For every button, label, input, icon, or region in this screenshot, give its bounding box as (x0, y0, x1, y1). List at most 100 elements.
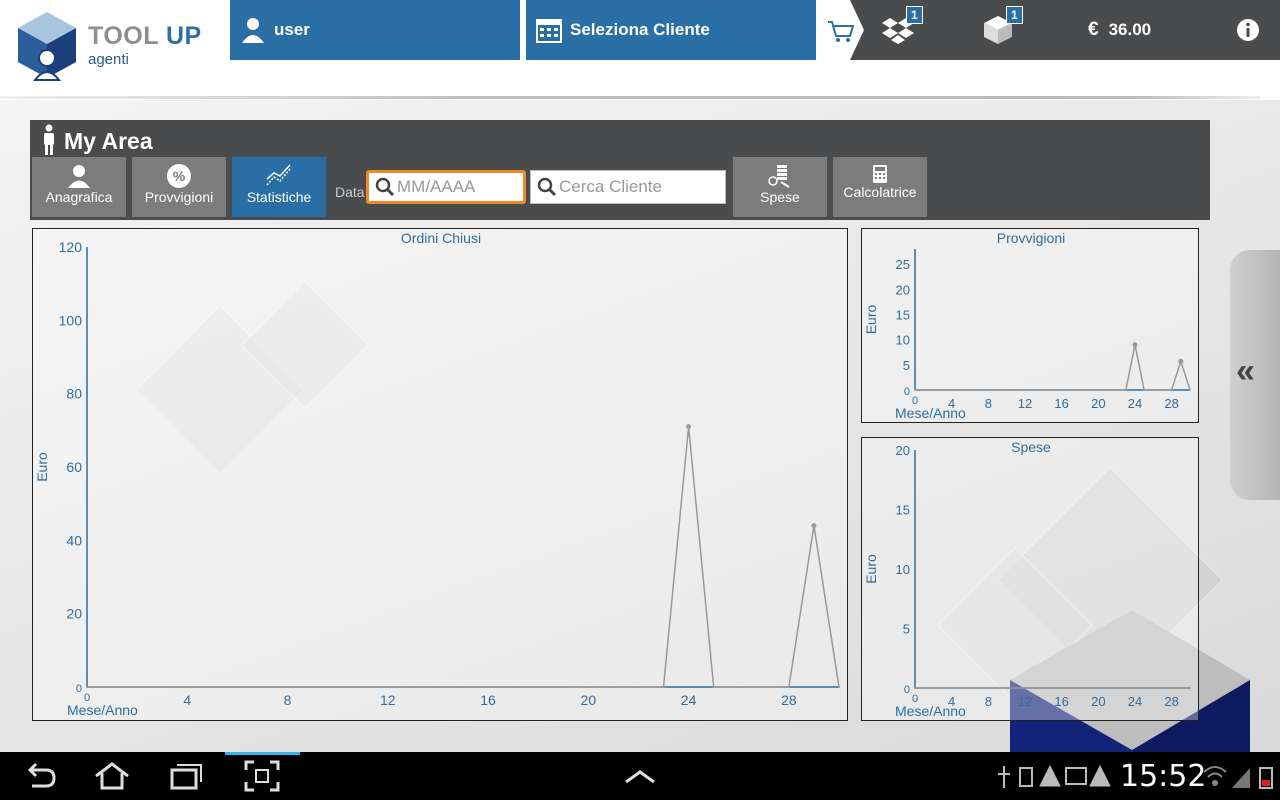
calendar-icon (536, 19, 562, 43)
data-point (1170, 389, 1173, 391)
percent-icon: % (167, 164, 191, 188)
package-badge: 1 (1006, 6, 1023, 24)
data-point (587, 686, 590, 688)
y-tick-label: 40 (66, 532, 82, 548)
data-point (978, 687, 981, 689)
data-point (1033, 389, 1036, 391)
data-point (1069, 687, 1072, 689)
data-point (914, 389, 916, 391)
data-point (1170, 687, 1173, 689)
data-point (959, 389, 962, 391)
chevron-up-icon[interactable] (622, 760, 658, 792)
coins-icon (768, 165, 790, 188)
data-point (987, 687, 990, 689)
status-icons (998, 764, 1111, 788)
logo-cube-icon (18, 12, 76, 81)
select-client-button[interactable]: Seleziona Cliente (526, 0, 816, 60)
side-panel-toggle[interactable]: « (1230, 250, 1280, 500)
data-point (1106, 687, 1109, 689)
data-point (941, 687, 944, 689)
data-point (1115, 687, 1118, 689)
search-icon (375, 177, 395, 197)
data-point (1079, 389, 1081, 391)
x-tick-label: 28 (781, 692, 797, 708)
y-tick-label: 120 (59, 239, 83, 255)
y-tick-label: 25 (896, 257, 910, 272)
data-point (1014, 389, 1017, 391)
top-header: TOOL UP agenti user Seleziona Cliente 1 … (0, 0, 1280, 100)
x-tick-label: 16 (480, 692, 496, 708)
tab-provvigioni[interactable]: % Provvigioni (132, 157, 226, 217)
data-point (111, 686, 114, 688)
data-point (286, 686, 289, 688)
x-tick-label: 12 (1018, 694, 1032, 709)
data-point (336, 686, 339, 688)
data-point (811, 523, 817, 529)
data-point (612, 686, 615, 688)
date-search-field[interactable] (366, 170, 526, 204)
date-search-input[interactable] (397, 177, 521, 197)
data-point (932, 687, 935, 689)
x-tick-label: 20 (1091, 694, 1105, 709)
data-point (1024, 687, 1026, 689)
my-area-title: My Area (64, 128, 153, 154)
clock: 15:52 (1120, 759, 1207, 794)
client-search-input[interactable] (559, 177, 719, 197)
x-tick-label: 28 (1164, 396, 1178, 411)
cart-total: €36.00 (1088, 19, 1151, 41)
x-tick-label: 28 (1164, 694, 1178, 709)
header-tools: 1 1 €36.00 (820, 0, 1280, 60)
x-tick-label: 24 (1128, 694, 1142, 709)
tab-anagrafica[interactable]: Anagrafica (32, 157, 126, 217)
select-client-label: Seleziona Cliente (570, 20, 710, 39)
data-point (932, 389, 935, 391)
data-point (1005, 687, 1008, 689)
data-point (562, 686, 565, 688)
data-point (712, 686, 715, 688)
data-point (512, 686, 515, 688)
data-point (1124, 687, 1127, 689)
x-axis-label: Mese/Anno (895, 405, 966, 421)
tab-label: Provvigioni (144, 189, 214, 205)
user-button[interactable]: user (230, 0, 520, 60)
data-point (386, 686, 389, 688)
ordini-chiusi-series-line (87, 426, 840, 688)
screenshot-icon[interactable] (244, 760, 280, 792)
data-point (261, 686, 264, 688)
brand-subtitle: agenti (88, 51, 129, 68)
data-point (1060, 687, 1063, 689)
y-axis-label: Euro (863, 305, 879, 335)
package-button[interactable]: 1 (982, 6, 1023, 46)
data-point (737, 686, 740, 688)
tab-calcolatrice[interactable]: Calcolatrice (833, 157, 927, 217)
data-point (1115, 389, 1118, 391)
data-point (1143, 687, 1146, 689)
provvigioni-series-line (915, 344, 1191, 391)
spese-title: Spese (1011, 439, 1051, 455)
back-icon[interactable] (22, 760, 58, 792)
x-tick-label: 24 (681, 692, 697, 708)
x-tick-label: 8 (985, 396, 992, 411)
y-tick-label: 0 (904, 684, 910, 696)
y-tick-label: 20 (896, 282, 910, 297)
y-tick-label: 20 (896, 443, 910, 458)
tab-spese[interactable]: Spese (733, 157, 827, 217)
recent-apps-icon[interactable] (168, 760, 204, 792)
data-point (1060, 389, 1063, 391)
home-icon[interactable] (94, 760, 130, 792)
dropbox-badge: 1 (906, 6, 923, 24)
x-tick-label: 24 (1128, 396, 1142, 411)
y-tick-label: 80 (66, 386, 82, 402)
y-tick-label: 5 (903, 622, 910, 637)
dropbox-button[interactable]: 1 (882, 6, 923, 46)
client-search-field[interactable] (530, 170, 726, 204)
x-tick-label: 8 (284, 692, 292, 708)
tab-statistiche[interactable]: Statistiche (232, 157, 326, 217)
x-tick-label: 4 (183, 692, 191, 708)
header-divider (0, 96, 1260, 99)
tab-label: Calcolatrice (843, 184, 917, 200)
info-button[interactable] (1236, 18, 1260, 42)
x-tick-label: 20 (1091, 396, 1105, 411)
cart-button[interactable] (820, 0, 864, 60)
data-point (1051, 687, 1054, 689)
